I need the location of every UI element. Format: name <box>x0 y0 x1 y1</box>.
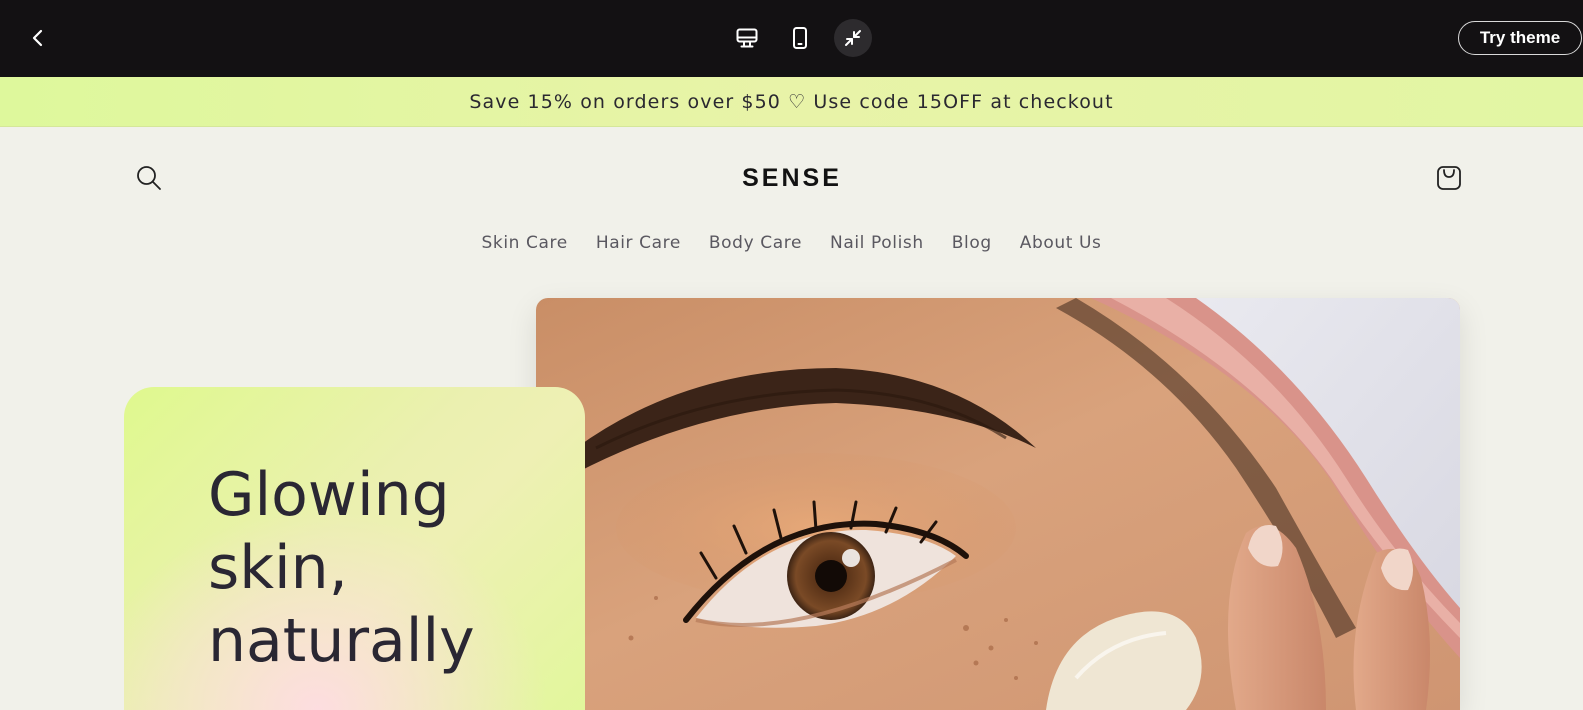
nav-item-about-us[interactable]: About Us <box>1006 233 1116 253</box>
desktop-icon <box>736 28 758 48</box>
collapse-icon <box>845 30 861 46</box>
hero-text-card: Glowing skin, naturally <box>124 387 585 710</box>
back-button[interactable] <box>24 24 52 52</box>
preview-toolbar: Try theme <box>0 0 1583 77</box>
nav-item-body-care[interactable]: Body Care <box>695 233 816 253</box>
store-logo[interactable]: SENSE <box>692 160 892 196</box>
nav-item-nail-polish[interactable]: Nail Polish <box>816 233 938 253</box>
collapse-view-button[interactable] <box>834 19 872 57</box>
announcement-text: Save 15% on orders over $50 ♡ Use code 1… <box>469 90 1114 113</box>
nav-item-skin-care[interactable]: Skin Care <box>468 233 582 253</box>
desktop-view-button[interactable] <box>728 19 766 57</box>
chevron-left-icon <box>32 29 43 47</box>
main-navigation: Skin Care Hair Care Body Care Nail Polis… <box>0 228 1583 258</box>
nav-item-blog[interactable]: Blog <box>938 233 1006 253</box>
try-theme-button[interactable]: Try theme <box>1458 21 1582 55</box>
cart-icon <box>1437 166 1461 190</box>
mobile-view-button[interactable] <box>781 19 819 57</box>
hero-title: Glowing skin, naturally <box>208 460 475 676</box>
cart-button[interactable] <box>1432 160 1466 194</box>
nav-item-hair-care[interactable]: Hair Care <box>582 233 695 253</box>
search-button[interactable] <box>134 163 164 193</box>
hero-image <box>536 298 1460 710</box>
mobile-icon <box>793 27 807 49</box>
announcement-bar: Save 15% on orders over $50 ♡ Use code 1… <box>0 77 1583 127</box>
search-icon <box>137 166 161 190</box>
